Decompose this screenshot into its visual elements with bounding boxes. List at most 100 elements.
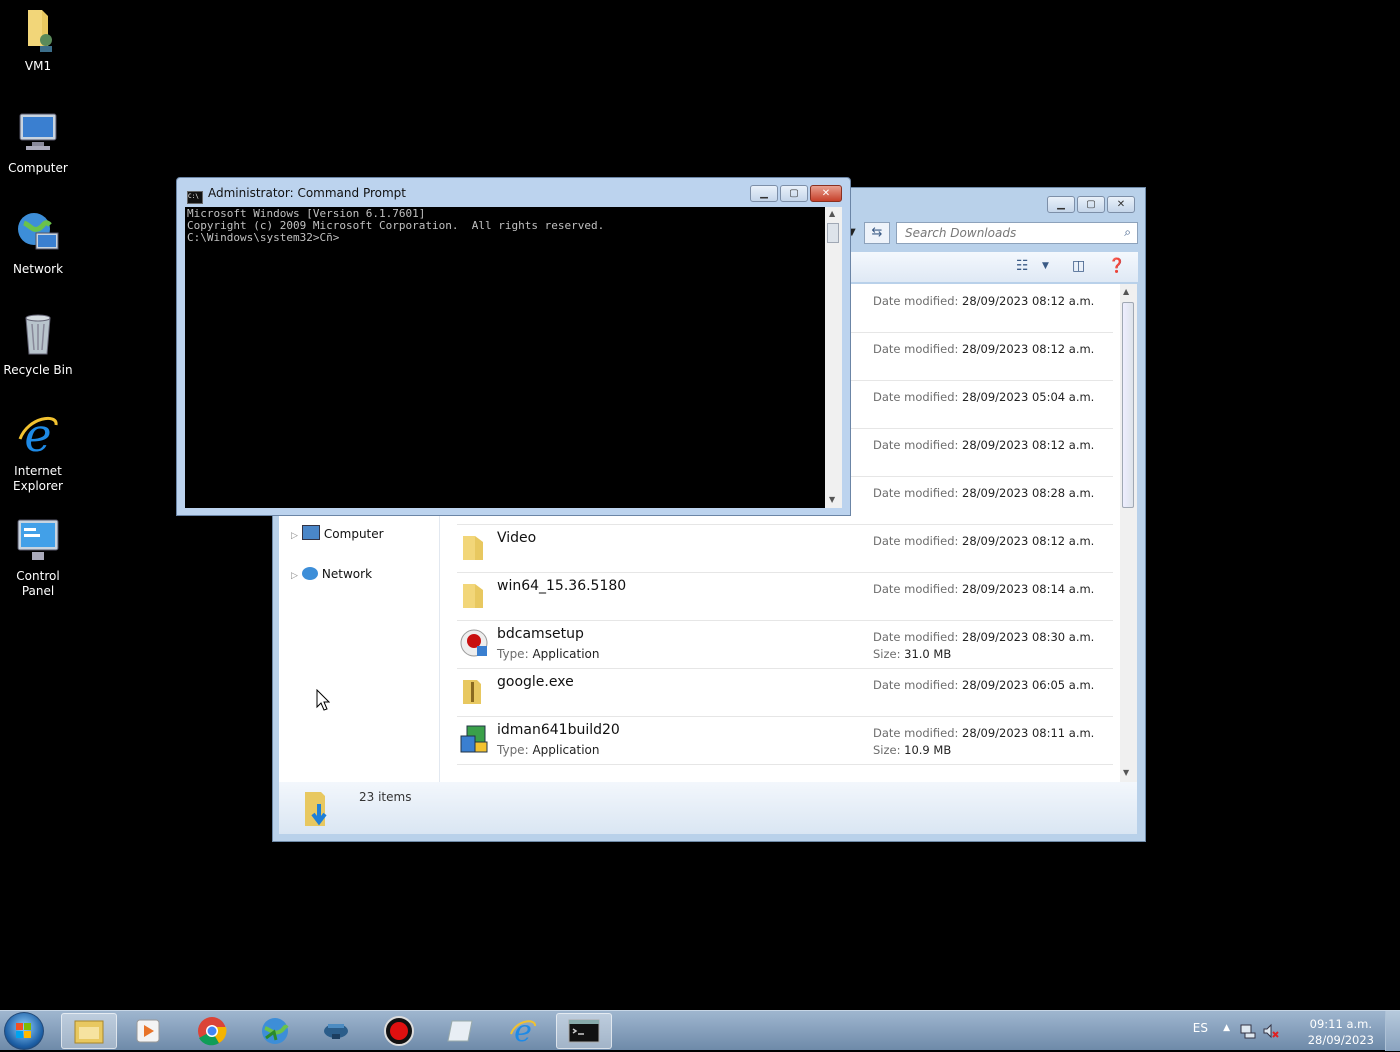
vm-app-icon [324, 1024, 348, 1039]
size-value: 10.9 MB [904, 743, 952, 757]
file-row[interactable]: Video Date modified: 28/09/2023 08:12 a.m… [457, 524, 1113, 573]
scrollbar-thumb[interactable] [827, 223, 839, 243]
date-value: 28/09/2023 08:12 a.m. [962, 534, 1095, 548]
command-bar: ☷ ▼ ◫ ❓ [850, 252, 1138, 282]
status-bar: 23 items [279, 782, 1137, 834]
expand-arrow-icon[interactable]: ▷ [291, 571, 298, 581]
bandicam-app-icon [459, 628, 489, 658]
desktop-icon-label: Network [12, 262, 64, 276]
cmd-scrollbar[interactable]: ▲ ▼ [825, 207, 842, 508]
zip-folder-icon [459, 676, 489, 706]
date-key: Date modified: [873, 534, 959, 548]
start-button[interactable] [4, 1012, 44, 1050]
scroll-down-arrow[interactable]: ▼ [829, 495, 835, 504]
show-desktop-button[interactable] [1385, 1011, 1400, 1051]
taskbar-record-app[interactable] [371, 1013, 427, 1049]
close-button[interactable]: ✕ [1107, 196, 1135, 213]
taskbar-cmd[interactable] [556, 1013, 612, 1049]
scrollbar-thumb[interactable] [1122, 302, 1134, 508]
desktop-icon-label: Control Panel [16, 569, 60, 598]
record-app-icon [384, 1016, 414, 1046]
search-input[interactable]: Search Downloads ⌕ [896, 222, 1138, 244]
file-row[interactable]: win64_15.36.5180 Date modified: 28/09/202… [457, 572, 1113, 621]
date-key: Date modified: [873, 582, 959, 596]
date-value: 28/09/2023 08:11 a.m. [962, 726, 1095, 740]
help-icon[interactable]: ❓ [1108, 258, 1125, 274]
cmd-console[interactable]: Microsoft Windows [Version 6.1.7601] Cop… [185, 207, 825, 508]
minimize-button[interactable]: ▁ [1047, 196, 1075, 213]
scroll-up-arrow[interactable]: ▲ [1123, 287, 1129, 296]
cmd-window-controls: ▁ ▢ ✕ [750, 185, 842, 202]
globe-app-icon [262, 1018, 289, 1044]
size-key: Size: [873, 647, 901, 661]
desktop-icon-vm1[interactable]: VM1 [0, 6, 76, 74]
nav-item-computer[interactable]: ▷ Computer [291, 525, 384, 541]
date-key: Date modified: [873, 294, 959, 308]
desktop-icon-control-panel[interactable]: Control Panel [0, 516, 76, 599]
maximize-button[interactable]: ▢ [1077, 196, 1105, 213]
nav-item-network[interactable]: ▷ Network [291, 567, 372, 581]
file-meta: Date modified: 28/09/2023 08:12 a.m. [873, 437, 1094, 454]
volume-muted-icon[interactable] [1262, 1023, 1280, 1039]
file-meta: Date modified: 28/09/2023 08:12 a.m. [873, 533, 1094, 550]
close-button[interactable]: ✕ [810, 185, 842, 202]
date-value: 28/09/2023 05:04 a.m. [962, 390, 1095, 404]
view-options-icon[interactable]: ☷ [1016, 258, 1029, 274]
maximize-button[interactable]: ▢ [780, 185, 808, 202]
file-meta: Date modified: 28/09/2023 08:12 a.m. [873, 341, 1094, 358]
file-name: google.exe [497, 674, 574, 690]
computer-icon [19, 113, 57, 150]
desktop-icon-network[interactable]: Network [0, 209, 76, 277]
date-value: 28/09/2023 06:05 a.m. [962, 678, 1095, 692]
taskbar-media-player[interactable] [120, 1013, 176, 1049]
file-type: Type: Application [497, 647, 600, 661]
date-value: 28/09/2023 08:12 a.m. [962, 294, 1095, 308]
language-indicator[interactable]: ES [1193, 1021, 1208, 1035]
user-folder-icon [28, 10, 52, 52]
minimize-button[interactable]: ▁ [750, 185, 778, 202]
file-name: bdcamsetup [497, 626, 584, 642]
desktop-icon-label: VM1 [24, 59, 52, 73]
cmd-title-bar: C:\ Administrator: Command Prompt [187, 186, 406, 204]
scroll-up-arrow[interactable]: ▲ [829, 209, 835, 218]
taskbar-globe-app[interactable] [247, 1013, 303, 1049]
taskbar-explorer[interactable] [61, 1013, 117, 1049]
explorer-icon [74, 1020, 104, 1044]
view-dropdown-icon[interactable]: ▼ [1042, 261, 1049, 271]
file-meta: Date modified: 28/09/2023 08:14 a.m. [873, 581, 1094, 598]
preview-pane-icon[interactable]: ◫ [1072, 258, 1085, 274]
file-meta: Date modified: 28/09/2023 06:05 a.m. [873, 677, 1094, 694]
scroll-down-arrow[interactable]: ▼ [1123, 768, 1129, 777]
date-value: 28/09/2023 08:28 a.m. [962, 486, 1095, 500]
file-name: win64_15.36.5180 [497, 578, 627, 594]
desktop-icon-computer[interactable]: Computer [0, 108, 76, 176]
file-meta: Date modified: 28/09/2023 08:30 a.m. Size… [873, 629, 1094, 663]
network-status-icon[interactable] [1240, 1023, 1256, 1039]
file-row[interactable]: idman641build20 Type: Application Date mod… [457, 716, 1113, 765]
clock[interactable]: 09:11 a.m. 28/09/2023 [1308, 1016, 1374, 1048]
item-count: 23 items [359, 790, 412, 804]
search-icon[interactable]: ⌕ [1124, 225, 1131, 240]
date-value: 28/09/2023 08:14 a.m. [962, 582, 1095, 596]
expand-arrow-icon[interactable]: ▷ [291, 531, 298, 541]
command-prompt-window[interactable]: C:\ Administrator: Command Prompt ▁ ▢ ✕ M… [176, 177, 851, 516]
file-row[interactable]: bdcamsetup Type: Application Date modified… [457, 620, 1113, 669]
taskbar-vm-app[interactable] [308, 1013, 364, 1049]
file-row[interactable]: google.exe Date modified: 28/09/2023 06:0… [457, 668, 1113, 717]
type-key: Type: [497, 647, 529, 661]
show-hidden-icons-button[interactable]: ▲ [1223, 1023, 1230, 1033]
date-key: Date modified: [873, 486, 959, 500]
file-list-scrollbar[interactable]: ▲ ▼ [1120, 284, 1137, 782]
desktop-icon-internet-explorer[interactable]: e Internet Explorer [0, 408, 76, 494]
explorer-window-controls: ▁ ▢ ✕ [1047, 196, 1135, 213]
nav-item-label: Computer [323, 527, 384, 541]
desktop-icon-recycle-bin[interactable]: Recycle Bin [0, 310, 76, 378]
taskbar-blank-app[interactable] [433, 1013, 489, 1049]
taskbar-chrome[interactable] [184, 1013, 240, 1049]
cmd-icon [568, 1019, 600, 1043]
date-key: Date modified: [873, 390, 959, 404]
refresh-button[interactable]: ⇆ [864, 222, 890, 244]
size-value: 31.0 MB [904, 647, 952, 661]
file-name: idman641build20 [497, 722, 620, 738]
taskbar-ie[interactable]: e [495, 1013, 551, 1049]
